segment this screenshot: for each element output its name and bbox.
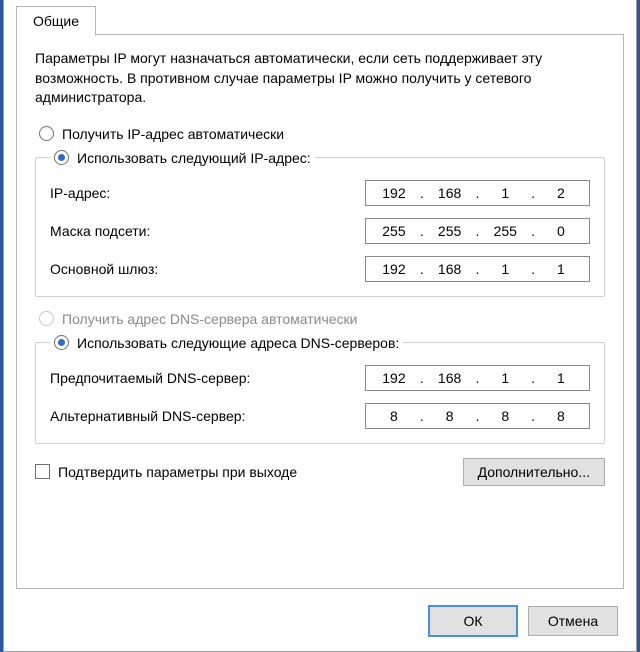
ip-octet[interactable]: 192 <box>376 370 412 386</box>
label-dns-preferred: Предпочитаемый DNS-сервер: <box>50 370 250 386</box>
ip-octet[interactable]: 8 <box>543 408 579 424</box>
ip-octet[interactable]: 192 <box>376 261 412 277</box>
radio-ip-manual[interactable] <box>54 150 69 165</box>
row-dns-preferred: Предпочитаемый DNS-сервер: 192. 168. 1. … <box>50 365 590 391</box>
row-subnet-mask: Маска подсети: 255. 255. 255. 0 <box>50 218 590 244</box>
input-subnet-mask[interactable]: 255. 255. 255. 0 <box>365 218 590 244</box>
dialog-footer: ОК Отмена <box>16 591 624 651</box>
radio-ip-auto[interactable] <box>39 126 54 141</box>
group-ip-manual: Использовать следующий IP-адрес: IP-адре… <box>35 150 605 297</box>
label-gateway: Основной шлюз: <box>50 261 158 277</box>
label-dns-alternate: Альтернативный DNS-сервер: <box>50 408 245 424</box>
tab-panel-general: Параметры IP могут назначаться автоматич… <box>16 35 624 589</box>
radio-dns-manual-label: Использовать следующие адреса DNS-сервер… <box>77 335 399 351</box>
row-ip-address: IP-адрес: 192. 168. 1. 2 <box>50 180 590 206</box>
input-gateway[interactable]: 192. 168. 1. 1 <box>365 256 590 282</box>
description-text: Параметры IP могут назначаться автоматич… <box>35 49 605 108</box>
ip-octet[interactable]: 1 <box>487 261 523 277</box>
radio-ip-manual-label: Использовать следующий IP-адрес: <box>77 150 311 166</box>
dialog-frame: Общие Параметры IP могут назначаться авт… <box>3 0 637 652</box>
radio-dns-auto <box>39 311 54 326</box>
tab-general[interactable]: Общие <box>16 6 96 36</box>
input-dns-preferred[interactable]: 192. 168. 1. 1 <box>365 365 590 391</box>
row-dns-alternate: Альтернативный DNS-сервер: 8. 8. 8. 8 <box>50 403 590 429</box>
ok-button[interactable]: ОК <box>428 605 518 637</box>
ip-octet[interactable]: 255 <box>487 223 523 239</box>
ip-octet[interactable]: 8 <box>487 408 523 424</box>
label-ip-address: IP-адрес: <box>50 185 110 201</box>
ip-octet[interactable]: 2 <box>543 185 579 201</box>
bottom-row: Подтвердить параметры при выходе Дополни… <box>35 458 605 486</box>
radio-row-dns-auto: Получить адрес DNS-сервера автоматически <box>39 311 605 327</box>
ip-octet[interactable]: 168 <box>432 185 468 201</box>
cancel-button[interactable]: Отмена <box>528 606 618 636</box>
checkbox-row-validate: Подтвердить параметры при выходе <box>35 464 297 480</box>
ip-octet[interactable]: 1 <box>487 370 523 386</box>
radio-dns-auto-label: Получить адрес DNS-сервера автоматически <box>62 311 357 327</box>
checkbox-validate-label: Подтвердить параметры при выходе <box>58 464 297 480</box>
ip-octet[interactable]: 1 <box>543 261 579 277</box>
ip-octet[interactable]: 255 <box>376 223 412 239</box>
tab-strip: Общие <box>16 5 624 35</box>
advanced-button[interactable]: Дополнительно... <box>463 458 605 486</box>
ip-octet[interactable]: 255 <box>432 223 468 239</box>
radio-dns-manual[interactable] <box>54 335 69 350</box>
label-subnet-mask: Маска подсети: <box>50 223 150 239</box>
ip-octet[interactable]: 1 <box>543 370 579 386</box>
ip-octet[interactable]: 8 <box>432 408 468 424</box>
group-dns-manual: Использовать следующие адреса DNS-сервер… <box>35 335 605 444</box>
checkbox-validate[interactable] <box>35 464 50 479</box>
row-gateway: Основной шлюз: 192. 168. 1. 1 <box>50 256 590 282</box>
ip-octet[interactable]: 0 <box>543 223 579 239</box>
input-ip-address[interactable]: 192. 168. 1. 2 <box>365 180 590 206</box>
ip-octet[interactable]: 192 <box>376 185 412 201</box>
input-dns-alternate[interactable]: 8. 8. 8. 8 <box>365 403 590 429</box>
ip-octet[interactable]: 1 <box>487 185 523 201</box>
radio-ip-auto-label: Получить IP-адрес автоматически <box>62 126 284 142</box>
ip-octet[interactable]: 8 <box>376 408 412 424</box>
ip-octet[interactable]: 168 <box>432 261 468 277</box>
radio-row-ip-auto: Получить IP-адрес автоматически <box>39 126 605 142</box>
ip-octet[interactable]: 168 <box>432 370 468 386</box>
